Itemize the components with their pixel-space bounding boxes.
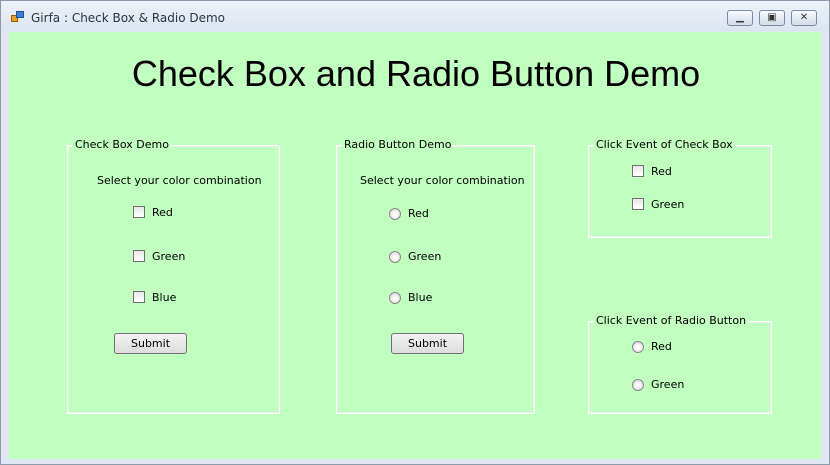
event-checkbox-red-label[interactable]: Red bbox=[651, 165, 672, 178]
minimize-button[interactable]: ▁ bbox=[727, 10, 753, 26]
radio-green-label[interactable]: Green bbox=[408, 250, 441, 263]
radio-click-event-group: Click Event of Radio Button bbox=[588, 314, 772, 414]
page-heading: Check Box and Radio Button Demo bbox=[131, 53, 701, 94]
event-checkbox-red[interactable] bbox=[632, 165, 644, 177]
checkbox-red-label[interactable]: Red bbox=[152, 206, 173, 219]
close-icon: ✕ bbox=[799, 12, 809, 23]
checkbox-red[interactable] bbox=[133, 206, 145, 218]
event-radio-red-label[interactable]: Red bbox=[651, 340, 672, 353]
window-title: Girfa : Check Box & Radio Demo bbox=[31, 11, 226, 25]
radio-green[interactable] bbox=[389, 251, 401, 263]
minimize-icon: ▁ bbox=[736, 12, 744, 23]
radio-blue[interactable] bbox=[389, 292, 401, 304]
radio-submit-button[interactable]: Submit bbox=[391, 333, 464, 354]
restore-icon: ▣ bbox=[767, 12, 777, 23]
event-radio-red[interactable] bbox=[632, 341, 644, 353]
event-checkbox-green[interactable] bbox=[632, 198, 644, 210]
checkbox-blue[interactable] bbox=[133, 291, 145, 303]
radio-submit-label: Submit bbox=[407, 337, 448, 350]
checkbox-click-event-group: Click Event of Check Box bbox=[588, 138, 772, 238]
app-window: Girfa : Check Box & Radio Demo ▁ ▣ ✕ Che… bbox=[0, 0, 830, 465]
event-checkbox-green-label[interactable]: Green bbox=[651, 198, 684, 211]
checkbox-demo-prompt: Select your color combination bbox=[97, 174, 262, 187]
event-radio-green-label[interactable]: Green bbox=[651, 378, 684, 391]
radio-red-label[interactable]: Red bbox=[408, 207, 429, 220]
checkbox-submit-label: Submit bbox=[130, 337, 171, 350]
radio-demo-legend: Radio Button Demo bbox=[342, 138, 454, 151]
checkbox-demo-legend: Check Box Demo bbox=[73, 138, 171, 151]
checkbox-blue-label[interactable]: Blue bbox=[152, 291, 176, 304]
checkbox-green[interactable] bbox=[133, 250, 145, 262]
radio-blue-label[interactable]: Blue bbox=[408, 291, 432, 304]
radio-demo-prompt: Select your color combination bbox=[360, 174, 525, 187]
app-icon-square-blue bbox=[16, 11, 24, 18]
radio-click-event-legend: Click Event of Radio Button bbox=[594, 314, 749, 327]
checkbox-submit-button[interactable]: Submit bbox=[114, 333, 187, 354]
close-button[interactable]: ✕ bbox=[791, 10, 817, 26]
event-radio-green[interactable] bbox=[632, 379, 644, 391]
checkbox-click-event-legend: Click Event of Check Box bbox=[594, 138, 735, 151]
title-bar[interactable]: Girfa : Check Box & Radio Demo ▁ ▣ ✕ bbox=[1, 1, 829, 31]
checkbox-green-label[interactable]: Green bbox=[152, 250, 185, 263]
radio-red[interactable] bbox=[389, 208, 401, 220]
app-icon bbox=[11, 11, 25, 23]
restore-button[interactable]: ▣ bbox=[759, 10, 785, 26]
